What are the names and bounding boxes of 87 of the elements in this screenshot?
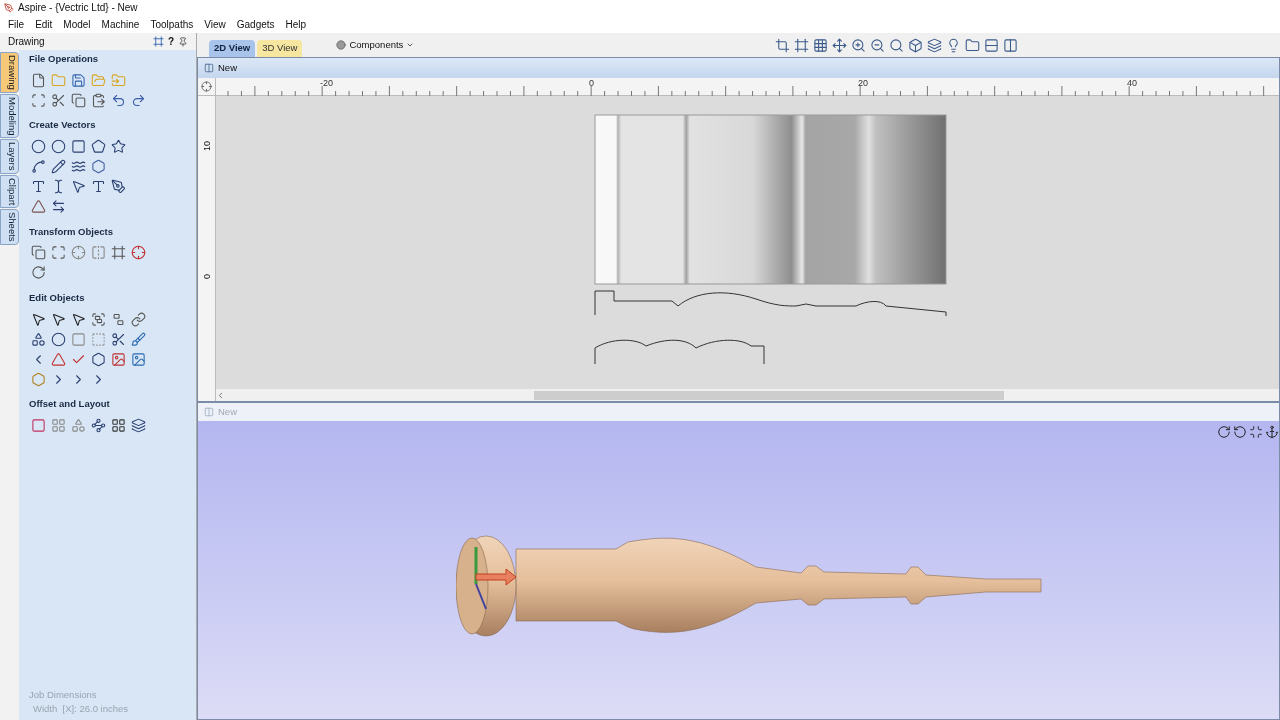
brush-icon[interactable] [131, 331, 146, 347]
fit-view-icon[interactable] [1249, 425, 1263, 439]
view-tab[interactable]: 3D View [257, 40, 303, 57]
cut-icon[interactable] [51, 92, 66, 108]
zoom-in-icon[interactable] [851, 37, 866, 53]
help-button[interactable]: ? [167, 34, 174, 49]
pin-icon[interactable] [178, 36, 188, 47]
group-icon[interactable] [91, 311, 106, 327]
ruler-label: 10 [201, 141, 213, 151]
side-tab[interactable]: Drawing [0, 52, 19, 93]
columns-icon[interactable] [1003, 37, 1018, 53]
window-title: Aspire - {Vectric Ltd} - New [18, 1, 138, 15]
text-icon[interactable] [31, 179, 46, 194]
scroll-left-icon[interactable] [216, 390, 225, 400]
job-width-text: Width [X]: 26.0 inches [32, 701, 130, 716]
trim-icon[interactable] [111, 331, 126, 347]
grid-icon[interactable] [813, 37, 828, 53]
ruler-label: 40 [1127, 77, 1137, 90]
section-heading: Transform Objects [29, 224, 114, 239]
triangle-icon[interactable] [31, 199, 46, 214]
menu-item[interactable]: Toolpaths [150, 16, 194, 32]
pointer-icon[interactable] [31, 311, 46, 327]
undo-icon[interactable] [111, 92, 126, 108]
star-icon[interactable] [111, 139, 126, 154]
ruler-label: -20 [320, 77, 333, 90]
save-icon[interactable] [71, 72, 86, 88]
menu-item[interactable]: Gadgets [236, 16, 275, 32]
image-icon[interactable] [111, 351, 126, 367]
panel-title: Drawing [8, 35, 46, 49]
ruler-label: 0 [589, 77, 594, 90]
menu-item[interactable]: Model [63, 16, 91, 32]
document-icon [204, 407, 214, 417]
menu-item[interactable]: Help [285, 16, 307, 32]
horizontal-scrollbar[interactable] [216, 389, 1279, 401]
zoom-icon[interactable] [889, 37, 904, 53]
ruler-label: 0 [201, 274, 213, 279]
section-heading: Create Vectors [29, 118, 97, 133]
ruler-label: 20 [858, 77, 868, 90]
section-heading: File Operations [29, 52, 100, 66]
ruler-origin-icon[interactable] [201, 81, 212, 92]
pan-icon[interactable] [832, 37, 847, 53]
rows-icon[interactable] [984, 37, 999, 53]
layers-icon[interactable] [927, 37, 942, 53]
side-tab[interactable]: Clipart [0, 174, 19, 209]
file-icon[interactable] [31, 72, 46, 88]
ungroup-icon[interactable] [111, 311, 126, 327]
zoom-out-icon[interactable] [870, 37, 885, 53]
components-dropdown[interactable]: Components [336, 37, 415, 53]
view-title: New [218, 60, 237, 75]
app-logo-icon [4, 2, 14, 13]
copy-icon[interactable] [71, 92, 86, 108]
side-tab[interactable]: Modeling [0, 93, 19, 139]
document-icon [204, 63, 214, 73]
section-heading: Offset and Layout [29, 397, 111, 411]
caret-icon [406, 41, 415, 49]
rotate-icon[interactable] [1233, 425, 1247, 439]
cube-icon[interactable] [908, 37, 923, 53]
side-tab[interactable]: Sheets [0, 209, 19, 245]
grid-icon[interactable] [111, 417, 126, 433]
circle-icon[interactable] [31, 139, 46, 154]
menu-item[interactable]: File [8, 16, 25, 32]
view-title: New [218, 404, 237, 419]
text-icon[interactable] [91, 179, 106, 194]
section-heading: Edit Objects [29, 290, 86, 305]
light-icon[interactable] [946, 37, 961, 53]
job-dimensions-heading: Job Dimensions [29, 687, 98, 702]
shape-icon[interactable] [91, 351, 106, 367]
folder-icon[interactable] [965, 37, 980, 53]
center-icon[interactable] [131, 245, 146, 261]
polyline-icon[interactable] [31, 159, 46, 174]
view-tab[interactable]: 2D View [209, 40, 256, 57]
side-tab[interactable]: Layers [0, 139, 19, 174]
menu-item[interactable]: Edit [35, 16, 53, 32]
menu-item[interactable]: View [204, 16, 226, 32]
dimension-icon[interactable] [51, 199, 66, 214]
sphere-icon [336, 40, 347, 50]
rectangle-icon[interactable] [71, 139, 86, 154]
menu-item[interactable]: Machine [101, 16, 140, 32]
redo-icon[interactable] [131, 92, 146, 108]
anchor-icon[interactable] [1265, 425, 1279, 439]
image-icon[interactable] [131, 351, 146, 367]
rotate-icon[interactable] [1217, 425, 1231, 439]
paste-icon[interactable] [91, 92, 106, 108]
scrollbar-thumb[interactable] [534, 390, 1004, 400]
link-icon[interactable] [131, 311, 146, 327]
pentagon-icon[interactable] [91, 139, 106, 154]
rotate-icon[interactable] [31, 265, 46, 281]
